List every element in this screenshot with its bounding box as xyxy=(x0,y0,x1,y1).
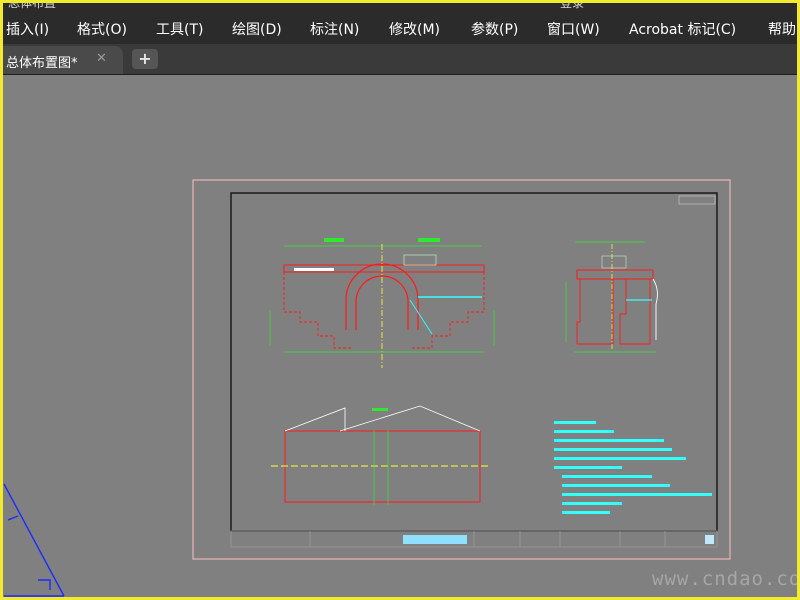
elevation-view xyxy=(269,238,495,368)
section-view xyxy=(565,241,658,353)
plan-view xyxy=(271,405,490,505)
general-notes xyxy=(554,421,712,514)
ucs-icon xyxy=(3,483,65,597)
title-block-highlight xyxy=(403,535,467,544)
title-block-cell xyxy=(705,535,714,544)
sheet-number-box xyxy=(678,195,716,205)
site-watermark: www.cndao.com xyxy=(652,568,800,590)
drawing-canvas[interactable] xyxy=(0,0,800,600)
drawing-frame xyxy=(230,192,718,532)
